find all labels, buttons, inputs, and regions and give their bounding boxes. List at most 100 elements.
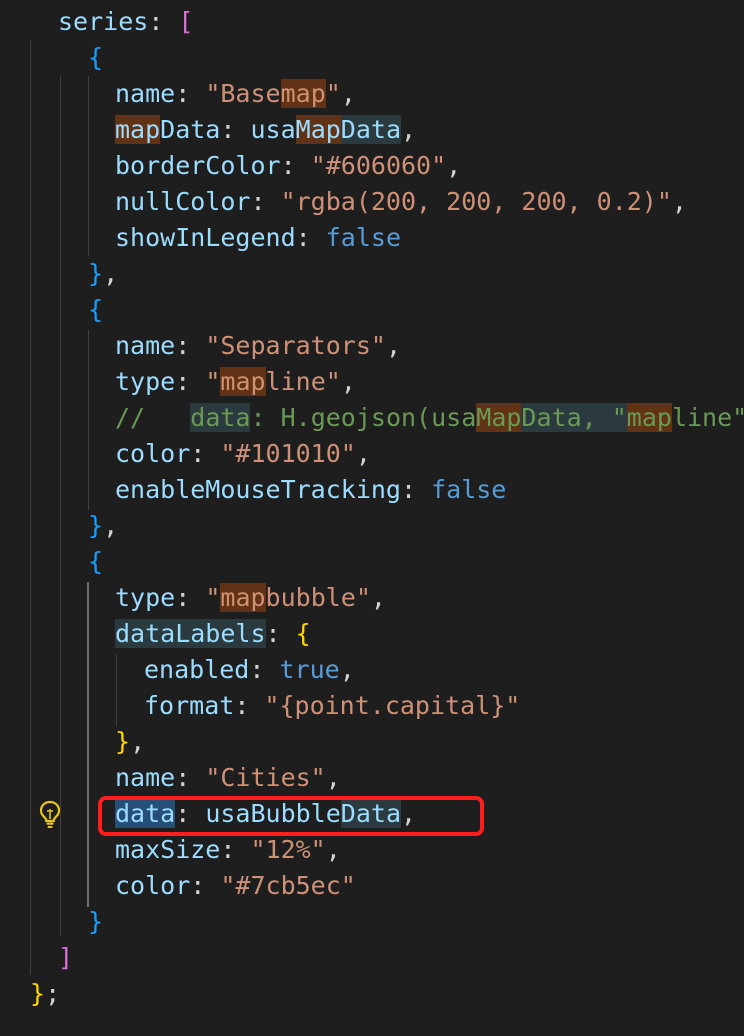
token-string: bubble" <box>265 583 371 612</box>
code-line-18: dataLabels: { <box>115 616 311 652</box>
token-punct: , <box>355 439 371 468</box>
token-punct: ; <box>45 979 61 1008</box>
token-string: " <box>325 79 341 108</box>
token-punct: : <box>295 223 326 252</box>
token-punct: , <box>103 511 119 540</box>
token-bracket: { <box>88 43 104 72</box>
code-line-5: borderColor: "#606060", <box>115 148 461 184</box>
token-punct: : <box>220 115 251 144</box>
code-line-11: type: "mapline", <box>115 364 356 400</box>
token-string: "#7cb5ec" <box>220 871 356 900</box>
token-keyword: false <box>325 223 401 252</box>
code-line-19: enabled: true, <box>144 652 355 688</box>
token-property: dataLabels <box>115 619 266 648</box>
code-line-3: name: "Basemap", <box>115 76 356 112</box>
indent-guide <box>88 330 89 510</box>
token-punct: , <box>325 763 341 792</box>
token-punct: , <box>130 727 146 756</box>
token-comment: Data, " <box>521 403 627 432</box>
token-identifier-match: Map <box>295 115 341 144</box>
token-punct: : <box>175 367 206 396</box>
code-line-16: { <box>88 544 103 580</box>
code-line-13: color: "#101010", <box>115 436 371 472</box>
token-bracket: } <box>30 979 46 1008</box>
token-punct: : <box>175 331 206 360</box>
code-line-7: showInLegend: false <box>115 220 401 256</box>
token-property: name <box>115 331 176 360</box>
token-property: type <box>115 367 176 396</box>
token-string: "#606060" <box>310 151 447 180</box>
token-punct: : <box>175 583 206 612</box>
code-line-24: maxSize: "12%", <box>115 832 341 868</box>
token-comment: line"), <box>671 403 744 432</box>
token-punct: : <box>220 835 251 864</box>
token-string-match: map <box>280 79 326 108</box>
token-string: "Cities" <box>205 763 326 792</box>
token-punct: : <box>175 763 206 792</box>
token-punct: : <box>250 187 281 216</box>
code-line-14: enableMouseTracking: false <box>115 472 506 508</box>
token-keyword: false <box>431 475 507 504</box>
code-line-12-comment: // data: H.geojson(usaMapData, "mapline"… <box>115 400 744 436</box>
code-line-17: type: "mapbubble", <box>115 580 386 616</box>
token-property: enabled <box>144 655 250 684</box>
token-property-match: map <box>115 115 161 144</box>
code-line-21: }, <box>115 724 145 760</box>
token-property: color <box>115 439 191 468</box>
token-bracket: } <box>88 259 104 288</box>
token-property: enableMouseTracking <box>115 475 401 504</box>
token-punct: : <box>190 439 221 468</box>
token-comment: : H.geojson(usa <box>250 403 477 432</box>
indent-guide <box>88 76 89 256</box>
token-bracket: ] <box>58 943 74 972</box>
token-punct: , <box>671 187 687 216</box>
token-punct: : <box>190 871 221 900</box>
token-string: "#101010" <box>220 439 356 468</box>
code-editor[interactable]: series: [ { name: "Basemap", mapData: us… <box>0 0 744 1036</box>
code-line-28: }; <box>30 976 60 1012</box>
token-string: "{point.capital}" <box>264 691 521 720</box>
token-string: "Separators" <box>205 331 386 360</box>
token-string-match: map <box>220 583 266 612</box>
token-bracket: } <box>88 511 104 540</box>
token-property: series <box>58 7 149 36</box>
token-comment: data <box>190 403 251 432</box>
indent-guide-active <box>87 582 89 907</box>
token-identifier: usa <box>250 115 296 144</box>
code-line-25: color: "#7cb5ec" <box>115 868 356 904</box>
token-punct: , <box>339 655 355 684</box>
token-property: format <box>144 691 235 720</box>
token-keyword: true <box>279 655 340 684</box>
token-punct: : <box>280 151 311 180</box>
token-punct: : <box>148 7 179 36</box>
token-punct: , <box>446 151 462 180</box>
token-property: type <box>115 583 176 612</box>
token-identifier: Data <box>340 115 402 144</box>
code-line-4: mapData: usaMapData, <box>115 112 416 148</box>
token-bracket: [ <box>178 7 194 36</box>
token-punct: : <box>249 655 280 684</box>
token-comment-match: Map <box>476 403 522 432</box>
token-string: "Base <box>205 79 281 108</box>
token-bracket: { <box>88 547 104 576</box>
token-string: "rgba(200, 200, 200, 0.2)" <box>280 187 672 216</box>
code-line-9: { <box>88 292 103 328</box>
token-string: line" <box>265 367 341 396</box>
token-punct: : <box>265 619 296 648</box>
token-string: " <box>205 583 221 612</box>
token-bracket: { <box>295 619 311 648</box>
code-line-22: name: "Cities", <box>115 760 341 796</box>
code-line-20: format: "{point.capital}" <box>144 688 520 724</box>
token-punct: : <box>175 79 206 108</box>
token-punct: : <box>234 691 265 720</box>
code-line-8: }, <box>88 256 118 292</box>
code-line-10: name: "Separators", <box>115 328 401 364</box>
token-bracket: } <box>115 727 131 756</box>
token-punct: : <box>400 475 432 504</box>
lightbulb-icon[interactable] <box>38 800 62 830</box>
token-punct: , <box>370 583 386 612</box>
token-punct: , <box>103 259 119 288</box>
token-property: borderColor <box>115 151 281 180</box>
token-property: name <box>115 79 176 108</box>
code-line-27: ] <box>58 940 73 976</box>
